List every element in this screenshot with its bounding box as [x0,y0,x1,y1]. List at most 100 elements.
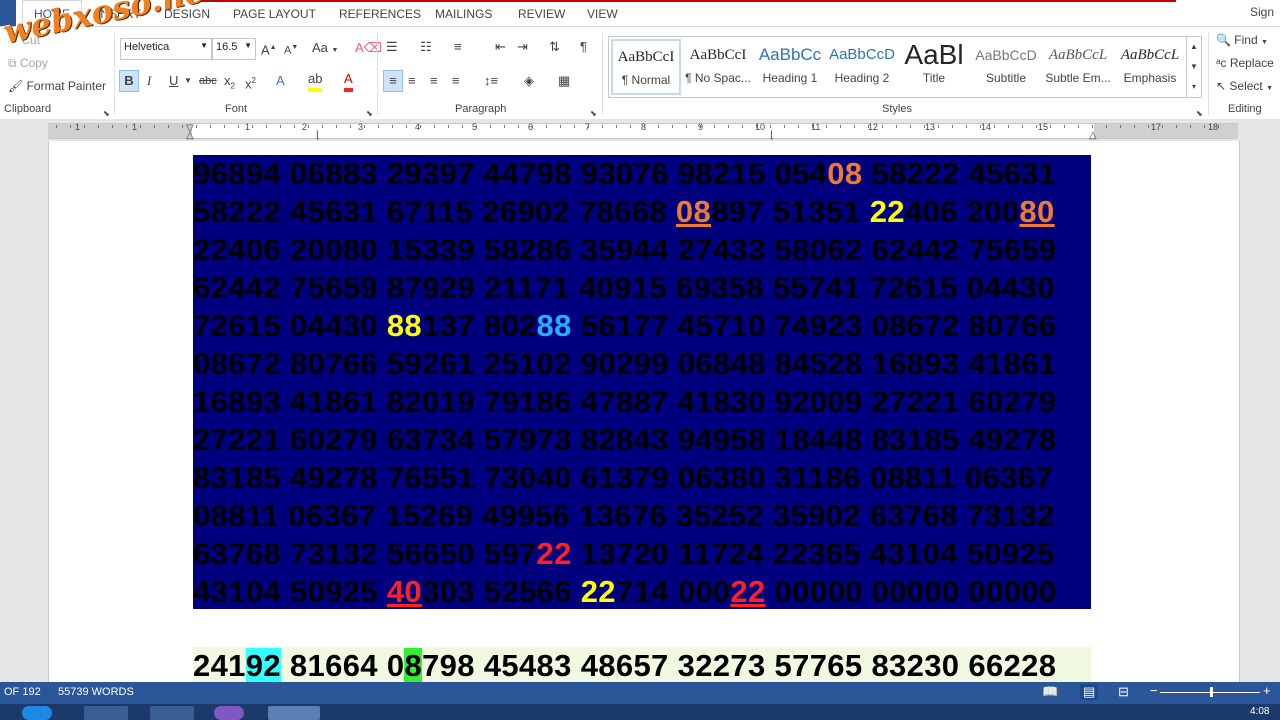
gallery-down-icon[interactable]: ▼ [1186,57,1201,77]
tab-page-layout[interactable]: PAGE LAYOUT [233,7,316,21]
tab-view[interactable]: VIEW [587,7,618,21]
justify-button[interactable]: ≡ [452,72,460,90]
file-tab[interactable] [0,0,16,26]
highlight-color-icon[interactable]: ab [308,70,323,92]
app-icon[interactable] [150,706,194,720]
word-count[interactable]: 55739 WORDS [58,686,134,698]
clear-formatting-icon[interactable]: A⌫ [355,39,382,57]
strikethrough-button[interactable]: abc [199,72,217,90]
styles-gallery: AaBbCcI ¶ Normal AaBbCcI ¶ No Spac... AaBb… [608,36,1202,98]
bullets-icon[interactable]: ☰ [386,38,398,56]
ruler-tick [630,125,631,128]
style-heading-2[interactable]: AaBbCcD Heading 2 [827,39,897,95]
align-center-button[interactable]: ≡ [408,72,416,90]
cut-button[interactable]: ✂ Cut [8,33,40,47]
read-mode-icon[interactable]: 📖 [1042,684,1058,700]
tab-review[interactable]: REVIEW [518,7,565,21]
tab-design[interactable]: DESIGN [164,7,210,21]
find-button[interactable]: 🔍 Find ▼ [1216,33,1268,47]
numbering-icon[interactable]: ☷ [420,38,432,56]
decrease-indent-icon[interactable]: ⇤ [495,38,506,56]
change-case-label: Aa [312,40,328,55]
group-separator [377,33,378,115]
style-subtle-emphasis[interactable]: AaBbCcL Subtle Em... [1043,39,1113,95]
select-button[interactable]: ↖ Select ▼ [1216,79,1273,93]
tab-references[interactable]: REFERENCES [339,7,421,21]
grow-font-icon[interactable]: A▲ [261,39,277,59]
italic-button[interactable]: I [147,72,151,90]
tab-home[interactable]: HOME [22,0,82,27]
subscript-button[interactable]: x2 [224,72,235,96]
page-count[interactable]: OF 192 [4,686,41,698]
ruler-number: 2 [302,122,308,132]
borders-icon[interactable]: ▦ [558,72,570,90]
ie-icon[interactable] [22,706,52,720]
ruler-tick [1148,125,1149,128]
ruler-tick [490,125,491,128]
zoom-in-icon[interactable]: + [1263,683,1271,698]
replace-button[interactable]: ᵃc Replace [1216,56,1274,70]
zoom-out-icon[interactable]: − [1150,683,1158,698]
copy-button[interactable]: ⧉ Copy [8,56,48,71]
style-name: Heading 1 [762,71,818,85]
style-preview: AaBbCcL [1120,47,1180,63]
print-layout-icon[interactable]: ▤ [1080,684,1099,700]
ruler-tick [476,125,477,128]
browser-icon[interactable] [214,706,244,720]
underline-dropdown-icon[interactable]: ▼ [184,72,192,90]
style-title[interactable]: AaBl Title [899,39,969,95]
shrink-font-icon[interactable]: A▼ [284,39,298,60]
gallery-up-icon[interactable]: ▲ [1186,37,1201,57]
font-name-combobox[interactable]: Helvetica ▼ [120,38,212,60]
line-spacing-icon[interactable]: ↕≡ [484,72,498,90]
ruler-tick [308,125,309,128]
ruler-tick [728,125,729,128]
ruler-tick [882,125,883,128]
ruler-tick [154,125,155,128]
cut-label: Cut [21,33,41,47]
superscript-button[interactable]: x2 [245,72,256,93]
number-text: 83185 49278 76551 73040 61379 06380 3118… [193,460,1053,495]
font-size-combobox[interactable]: 16.5 ▼ [212,38,256,60]
show-marks-icon[interactable]: ¶ [580,38,587,56]
shading-icon[interactable]: ◈ [524,72,534,90]
number-block: 96894 06883 29397 44798 93076 98215 0540… [193,155,1091,609]
change-case-button[interactable]: Aa ▼ [312,39,338,60]
format-painter-button[interactable]: 🖌 Format Painter [8,79,106,93]
web-layout-icon[interactable]: ⊟ [1118,684,1129,700]
increase-indent-icon[interactable]: ⇥ [517,38,528,56]
bold-button[interactable]: B [119,70,139,92]
word-taskbar-icon[interactable] [268,706,320,720]
number-row: 08672 80766 59261 25102 90299 06848 8452… [193,345,1091,383]
ruler-tick [686,125,687,128]
style-subtitle[interactable]: AaBbCcD Subtitle [971,39,1041,95]
ruler-tick [840,125,841,128]
underline-button[interactable]: U [169,72,178,90]
style-heading-1[interactable]: AaBbCc Heading 1 [755,39,825,95]
zoom-slider-thumb[interactable] [1210,687,1213,697]
multilevel-list-icon[interactable]: ≡ [454,38,462,56]
ruler-tick [644,125,645,128]
tab-mailings[interactable]: MAILINGS [435,7,492,21]
explorer-icon[interactable] [84,706,128,720]
gallery-more-icon[interactable]: ▾ [1186,77,1201,97]
number-text: 137 802 [422,308,537,343]
style-no-spacing[interactable]: AaBbCcI ¶ No Spac... [683,39,753,95]
style-normal[interactable]: AaBbCcI ¶ Normal [611,39,681,95]
align-left-button[interactable]: ≡ [383,70,403,92]
ruler-tick [658,125,659,128]
format-painter-label: Format Painter [26,79,106,93]
ruler-tick [868,125,869,128]
align-right-button[interactable]: ≡ [430,72,438,90]
sign-in-link[interactable]: Sign [1250,5,1274,19]
font-color-icon[interactable]: A [344,70,353,92]
sort-icon[interactable]: ⇅ [549,38,560,56]
ruler-number: 1 [75,122,81,132]
text-effects-icon[interactable]: A [276,72,285,90]
number-row: 96894 06883 29397 44798 93076 98215 0540… [193,155,1091,193]
tab-insert[interactable]: INSERT [97,7,141,21]
styles-group-label: Styles [882,103,912,115]
style-emphasis[interactable]: AaBbCcL Emphasis [1115,39,1185,95]
find-icon: 🔍 [1216,33,1231,47]
document-page[interactable]: 96894 06883 29397 44798 93076 98215 0540… [48,141,1240,685]
